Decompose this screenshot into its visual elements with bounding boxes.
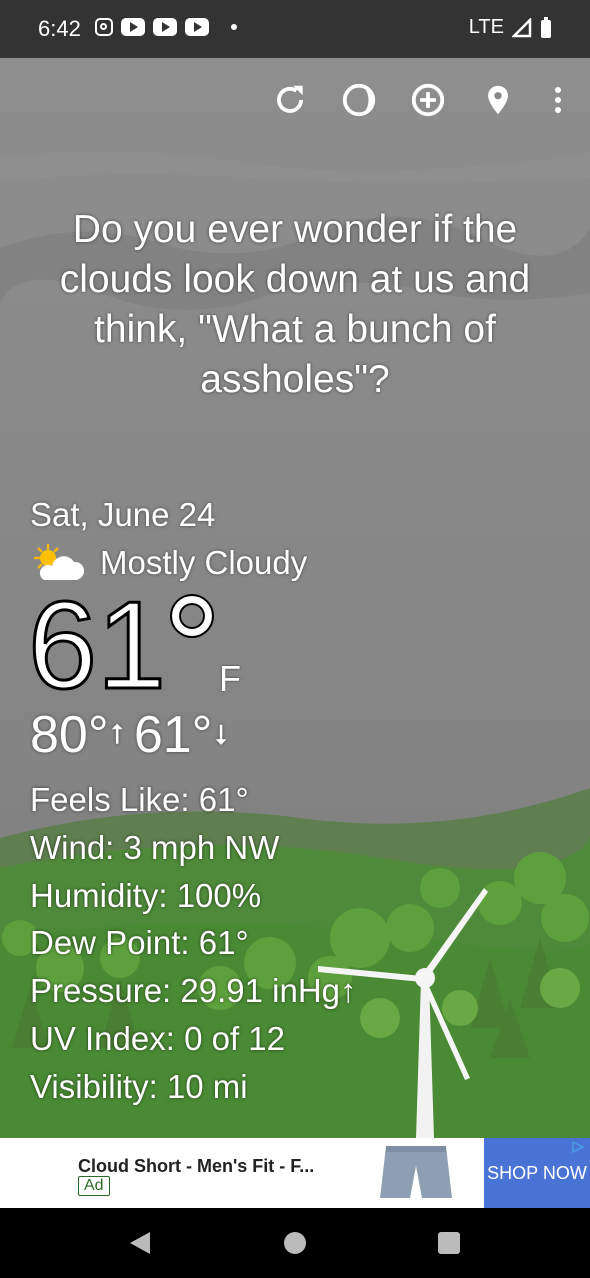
detail-label: Pressure: — [30, 972, 172, 1010]
arrow-down-icon: ⭣ — [214, 719, 228, 750]
detail-value: 61° — [198, 781, 249, 818]
toolbar — [0, 83, 590, 180]
weather-background: Do you ever wonder if the clouds look do… — [0, 58, 590, 1138]
detail-label: Feels Like: — [30, 781, 190, 818]
arrow-up-icon: ⭡ — [110, 719, 124, 750]
home-icon[interactable] — [284, 1232, 306, 1254]
detail-visibility: Visibility: 10 mi — [30, 1063, 357, 1111]
detail-value: 10 mi — [166, 1067, 248, 1105]
battery-icon — [541, 16, 551, 38]
high-low-temps: 80° ⭡ 61° ⭣ — [30, 705, 238, 765]
ad-choices-icon[interactable] — [570, 1140, 586, 1154]
back-icon[interactable] — [130, 1232, 150, 1254]
ad-title[interactable]: Cloud Short - Men's Fit - F... — [78, 1156, 314, 1177]
detail-label: UV Index: — [30, 1019, 175, 1057]
detail-uv-index: UV Index: 0 of 12 — [30, 1015, 357, 1063]
high-temperature: 80° — [30, 706, 109, 764]
detail-value: 61° — [198, 924, 249, 962]
detail-value: 29.91 inHg↑ — [180, 972, 357, 1010]
theme-button[interactable] — [337, 78, 381, 122]
temperature-unit: F — [219, 658, 241, 699]
ad-banner[interactable]: Cloud Short - Men's Fit - F... Ad SHOP N… — [0, 1138, 590, 1208]
instagram-icon — [95, 18, 113, 36]
status-right: LTE — [469, 16, 552, 39]
weather-quote: Do you ever wonder if the clouds look do… — [59, 208, 531, 401]
detail-humidity: Humidity: 100% — [30, 872, 357, 920]
detail-pressure: Pressure: 29.91 inHg↑ — [30, 967, 357, 1015]
weather-details: Feels Like: 61° Wind: 3 mph NW Humidity:… — [30, 776, 357, 1111]
detail-value: 0 of 12 — [184, 1019, 286, 1057]
low-temperature: 61° — [133, 706, 213, 764]
status-time: 6:42 — [38, 16, 81, 41]
status-bar: 6:42 LTE — [0, 0, 590, 58]
detail-feels-like: Feels Like: 61° — [30, 776, 357, 824]
detail-value: 3 mph NW — [123, 828, 280, 866]
add-location-button[interactable] — [406, 78, 450, 122]
detail-value: 100% — [176, 876, 262, 914]
forecast-date: Sat, June 24 — [30, 496, 216, 533]
more-vert-icon — [555, 87, 561, 113]
network-label: LTE — [468, 16, 504, 38]
more-options-button[interactable] — [536, 78, 580, 122]
youtube-icon — [153, 18, 177, 36]
ad-badge: Ad — [78, 1176, 110, 1196]
refresh-button[interactable] — [268, 78, 312, 122]
detail-label: Visibility: — [30, 1067, 158, 1105]
navigation-bar — [0, 1208, 590, 1278]
add-location-icon — [411, 83, 445, 117]
ad-product-image[interactable] — [378, 1142, 454, 1204]
detail-label: Dew Point: — [30, 924, 190, 962]
notification-icons — [95, 18, 237, 36]
detail-dew-point: Dew Point: 61° — [30, 919, 357, 967]
youtube-icon — [185, 18, 209, 36]
location-pin-icon — [488, 85, 508, 115]
recent-apps-icon[interactable] — [438, 1232, 460, 1254]
current-temperature: 61 — [27, 577, 168, 715]
detail-label: Humidity: — [30, 876, 168, 914]
refresh-icon — [277, 85, 303, 113]
degree-symbol — [170, 594, 214, 638]
youtube-icon — [121, 18, 145, 36]
location-button[interactable] — [476, 78, 520, 122]
detail-label: Wind: — [30, 828, 115, 866]
theme-icon — [342, 83, 376, 117]
detail-wind: Wind: 3 mph NW — [30, 824, 357, 872]
more-notifications-dot-icon — [231, 24, 237, 30]
signal-icon — [512, 17, 532, 37]
